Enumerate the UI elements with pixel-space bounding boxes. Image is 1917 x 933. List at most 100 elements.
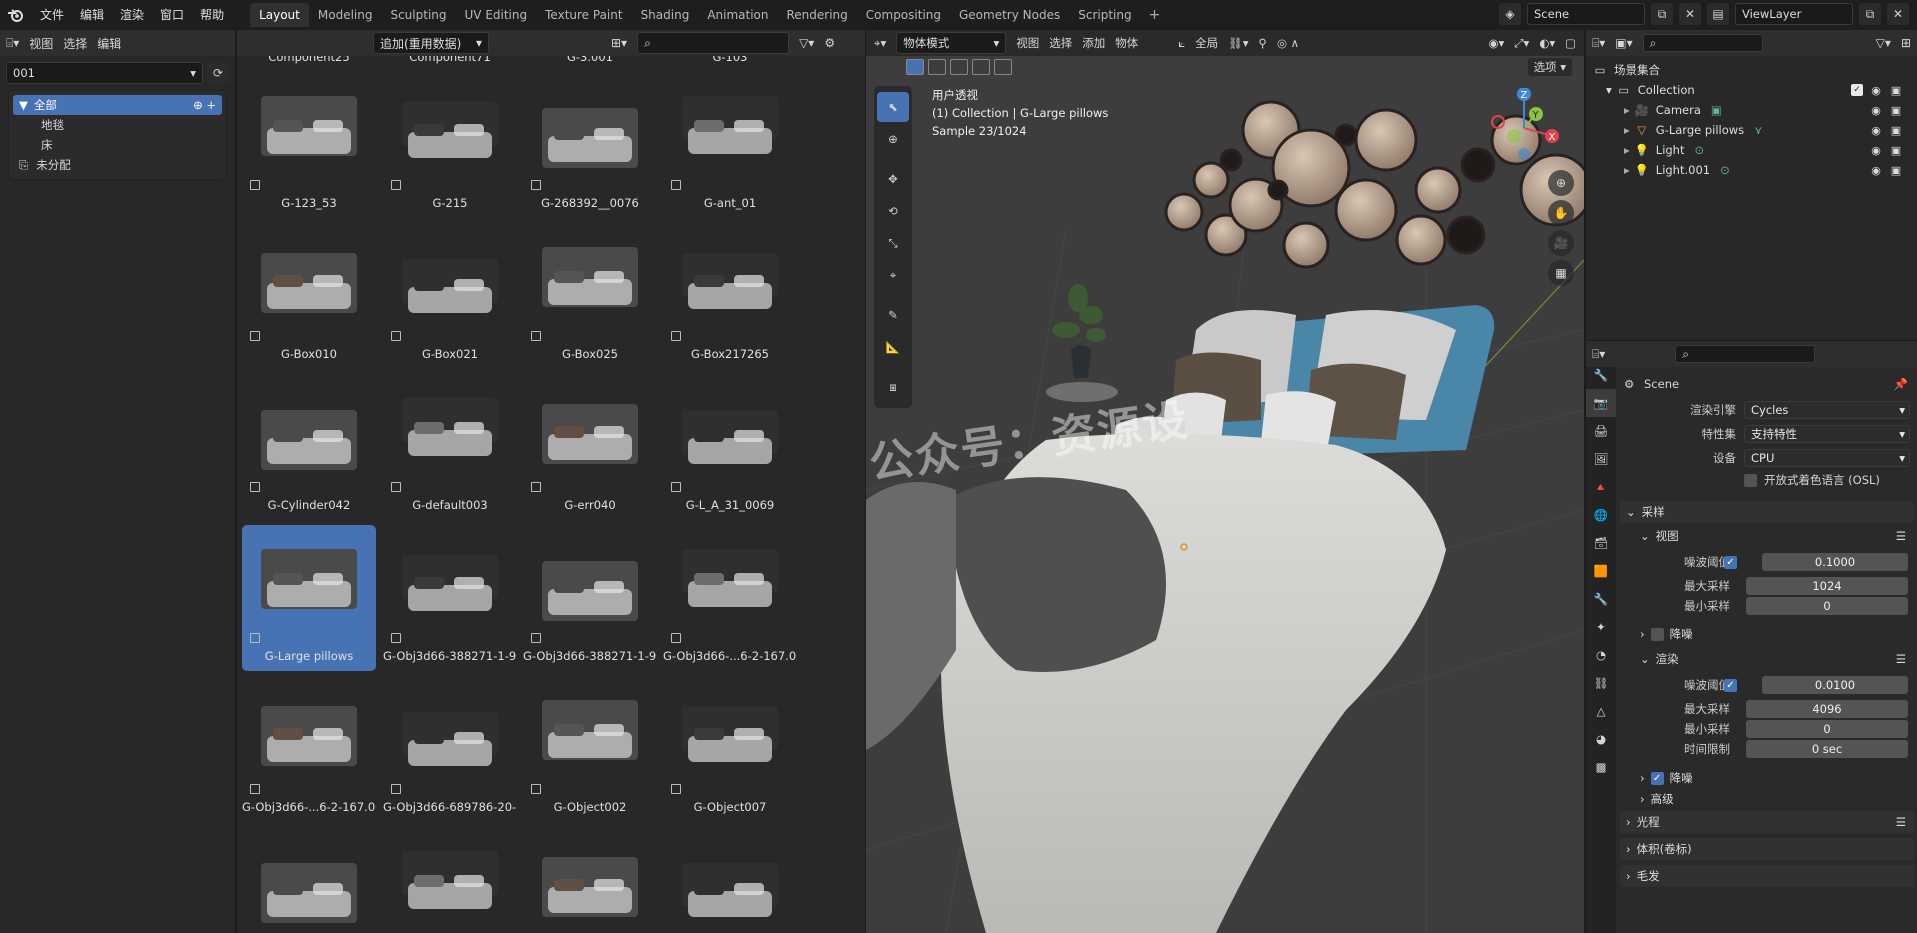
editor-type-icon[interactable]: ⌸▾ [1592, 36, 1605, 51]
menu-file[interactable]: 文件 [32, 0, 72, 30]
camera-view-icon[interactable]: 🎥 [1548, 230, 1574, 256]
r-time-field[interactable]: 0 sec [1746, 740, 1908, 758]
world-tab-icon[interactable]: 🌐 [1586, 501, 1616, 529]
exclude-checkbox[interactable]: ✓ [1851, 84, 1863, 96]
outliner-item-light-001[interactable]: ▸ 💡 Light.001 ⊙ ◉ ▣ [1592, 160, 1911, 180]
asset-item[interactable]: G-123_53 [242, 72, 376, 218]
expand-arrow-icon[interactable]: ▸ [1624, 103, 1630, 117]
asset-item[interactable] [383, 827, 517, 933]
editor-type-icon[interactable]: ⌸▾ [6, 36, 19, 51]
physics-tab-icon[interactable]: ◔ [1586, 641, 1616, 669]
render-subpanel-header[interactable]: ⌄ 渲染 ☰ [1634, 648, 1914, 670]
asset-item[interactable]: G-268392__0076 [523, 72, 657, 218]
device-dropdown[interactable]: CPU ▾ [1744, 449, 1910, 467]
viewport-subpanel-header[interactable]: ⌄ 视图 ☰ [1634, 525, 1914, 547]
transform-orientation-dropdown[interactable]: 全局 [1195, 35, 1218, 51]
object-mode-dropdown[interactable]: 物体模式 ▾ [896, 32, 1007, 54]
r-noise-checkbox[interactable]: ✓ [1724, 678, 1737, 692]
import-mode-dropdown[interactable]: 追加(重用数据) ▾ [373, 32, 489, 54]
advanced-header[interactable]: › 高级 [1634, 788, 1914, 810]
view-layer-field[interactable]: ViewLayer [1735, 3, 1853, 25]
asset-item[interactable]: G-Box025 [523, 223, 657, 369]
visibility-icon[interactable]: ◉▾ [1489, 36, 1505, 50]
render-tab-icon[interactable]: 📷 [1586, 389, 1616, 417]
scale-tool-icon[interactable]: ⤡ [877, 228, 909, 258]
asset-search-input[interactable]: ⌕ [637, 32, 790, 54]
transform-orientation-icon[interactable]: ⟀ [1178, 36, 1185, 51]
asset-item-top[interactable]: G-3.001 [523, 56, 657, 72]
vp-max-field[interactable]: 1024 [1746, 577, 1908, 595]
outliner-item-camera[interactable]: ▸ 🎥 Camera ▣ ◉ ▣ [1592, 100, 1911, 120]
asset-item[interactable]: G-215 [383, 72, 517, 218]
tab-layout[interactable]: Layout [250, 3, 309, 27]
menu-render[interactable]: 渲染 [112, 0, 152, 30]
render-camera-icon[interactable]: ▣ [1889, 163, 1903, 177]
vp-denoise-header[interactable]: › 降噪 [1634, 623, 1914, 645]
select-intersect-mode-icon[interactable] [994, 59, 1012, 75]
duplicate-scene-icon[interactable]: ⧉ [1651, 3, 1673, 25]
snap-icon[interactable]: ⚲ [1259, 36, 1267, 50]
tab-texture-paint[interactable]: Texture Paint [536, 3, 631, 27]
eye-icon[interactable]: ◉ [1869, 83, 1883, 97]
select-invert-mode-icon[interactable] [972, 59, 990, 75]
asset-item[interactable]: G-Obj3d66-388271-1-961 [523, 525, 657, 671]
duplicate-layer-icon[interactable]: ⧉ [1859, 3, 1881, 25]
viewport-menu-add[interactable]: 添加 [1082, 35, 1105, 51]
output-tab-icon[interactable]: 🖨 [1586, 417, 1616, 445]
asset-item[interactable] [523, 827, 657, 933]
asset-item[interactable]: G-Object007 [663, 676, 797, 822]
view-layer-tab-icon[interactable]: 🖼 [1586, 445, 1616, 473]
catalog-item-unassigned[interactable]: ⎘ 未分配 [13, 155, 222, 175]
tab-animation[interactable]: Animation [698, 3, 777, 27]
render-engine-dropdown[interactable]: Cycles ▾ [1744, 401, 1910, 419]
pin-icon[interactable]: 📌 [1894, 377, 1908, 391]
proportional-edit-icon[interactable]: ◎ ∧ [1277, 36, 1299, 50]
list-icon[interactable]: ☰ [1896, 529, 1906, 543]
asset-item[interactable]: G-Obj3d66-388271-1-961 [383, 525, 517, 671]
asset-item-top[interactable]: Component25 [242, 56, 376, 72]
collection-row[interactable]: ▾ ▭ Collection ✓ ◉ ▣ [1592, 80, 1911, 100]
pivot-icon[interactable]: ⛓▾ [1228, 36, 1248, 50]
catalog-menu-select[interactable]: 选择 [63, 35, 87, 52]
eye-icon[interactable]: ◉ [1869, 103, 1883, 117]
display-mode-icon[interactable]: ⊞▾ [611, 36, 627, 50]
asset-item[interactable]: G-Box010 [242, 223, 376, 369]
asset-item[interactable]: G-Large pillows [242, 525, 376, 671]
navigation-gizmo[interactable]: X Y Z [1484, 88, 1564, 168]
asset-item-top[interactable]: G-103 [663, 56, 797, 72]
asset-item[interactable]: G-Obj3d66-689786-20-7... [383, 676, 517, 822]
r-min-field[interactable]: 0 [1746, 720, 1908, 738]
select-box-tool-icon[interactable]: ⬉ [877, 92, 909, 122]
filter-icon[interactable]: ▽▾ [799, 36, 814, 50]
filter-icon[interactable]: ▽▾ [1876, 36, 1891, 50]
new-catalog-icon[interactable]: ⊕ + [193, 98, 216, 112]
eye-icon[interactable]: ◉ [1869, 163, 1883, 177]
viewport-menu-view[interactable]: 视图 [1016, 35, 1039, 51]
annotate-tool-icon[interactable]: ✎ [877, 300, 909, 330]
eye-icon[interactable]: ◉ [1869, 143, 1883, 157]
tab-geometry-nodes[interactable]: Geometry Nodes [950, 3, 1069, 27]
refresh-library-icon[interactable]: ⟳ [207, 62, 229, 84]
outliner-item-light[interactable]: ▸ 💡 Light ⊙ ◉ ▣ [1592, 140, 1911, 160]
gizmo-toggle-icon[interactable]: ⤢▾ [1514, 36, 1529, 51]
viewport-menu-select[interactable]: 选择 [1049, 35, 1072, 51]
volumes-panel[interactable]: › 体积(卷标) [1620, 838, 1914, 860]
editor-type-icon[interactable]: ⌖▾ [874, 36, 886, 51]
catalog-menu-view[interactable]: 视图 [29, 35, 53, 52]
outliner-search-input[interactable]: ⌕ [1642, 34, 1763, 52]
expand-arrow-icon[interactable]: ▸ [1624, 123, 1630, 137]
catalog-item-all[interactable]: ▼ 全部 ⊕ + [13, 95, 222, 115]
select-subtract-mode-icon[interactable] [950, 59, 968, 75]
list-icon[interactable]: ☰ [1896, 815, 1906, 829]
asset-item[interactable]: G-Box217265 [663, 223, 797, 369]
new-collection-icon[interactable]: ⊞ [1901, 36, 1911, 50]
collection-tab-icon[interactable]: 🗃 [1586, 529, 1616, 557]
render-camera-icon[interactable]: ▣ [1889, 103, 1903, 117]
settings-gear-icon[interactable]: ⚙ [824, 36, 835, 50]
zoom-icon[interactable]: ⊕ [1548, 170, 1574, 196]
3d-viewport[interactable]: ⌖▾ 物体模式 ▾ 视图 选择 添加 物体 ⟀ 全局 ⛓▾ ⚲ ◎ ∧ ◉▾ ⤢▾… [866, 30, 1584, 933]
asset-item[interactable]: G-Cylinder042 [242, 374, 376, 520]
tab-uv-editing[interactable]: UV Editing [456, 3, 537, 27]
view-layer-icon[interactable]: ▤ [1707, 3, 1729, 25]
r-noise-field[interactable]: 0.0100 [1762, 676, 1908, 694]
